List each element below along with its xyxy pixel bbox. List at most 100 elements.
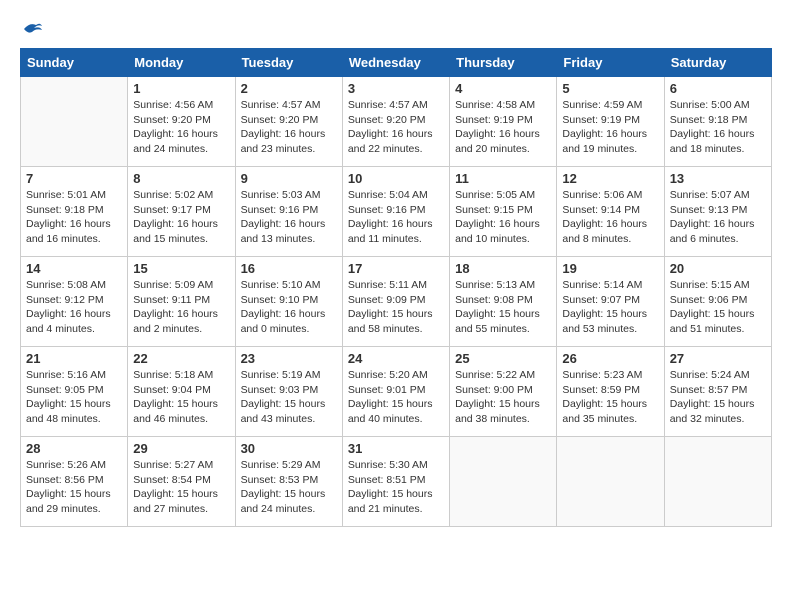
- calendar-cell: 27 Sunrise: 5:24 AM Sunset: 8:57 PM Dayli…: [664, 347, 771, 437]
- calendar-week-row: 1 Sunrise: 4:56 AM Sunset: 9:20 PM Daylig…: [21, 77, 772, 167]
- day-number: 22: [133, 351, 229, 366]
- day-info: Sunrise: 5:16 AM Sunset: 9:05 PM Dayligh…: [26, 368, 122, 427]
- day-number: 6: [670, 81, 766, 96]
- calendar-cell: 13 Sunrise: 5:07 AM Sunset: 9:13 PM Dayli…: [664, 167, 771, 257]
- logo: [20, 20, 44, 38]
- day-info: Sunrise: 5:07 AM Sunset: 9:13 PM Dayligh…: [670, 188, 766, 247]
- calendar-cell: 28 Sunrise: 5:26 AM Sunset: 8:56 PM Dayli…: [21, 437, 128, 527]
- day-info: Sunrise: 5:09 AM Sunset: 9:11 PM Dayligh…: [133, 278, 229, 337]
- day-info: Sunrise: 5:26 AM Sunset: 8:56 PM Dayligh…: [26, 458, 122, 517]
- day-info: Sunrise: 4:57 AM Sunset: 9:20 PM Dayligh…: [348, 98, 444, 157]
- day-number: 19: [562, 261, 658, 276]
- calendar-cell: 11 Sunrise: 5:05 AM Sunset: 9:15 PM Dayli…: [450, 167, 557, 257]
- day-number: 28: [26, 441, 122, 456]
- day-of-week-header: Friday: [557, 49, 664, 77]
- calendar-cell: 8 Sunrise: 5:02 AM Sunset: 9:17 PM Daylig…: [128, 167, 235, 257]
- day-of-week-header: Thursday: [450, 49, 557, 77]
- calendar-cell: 23 Sunrise: 5:19 AM Sunset: 9:03 PM Dayli…: [235, 347, 342, 437]
- day-info: Sunrise: 4:58 AM Sunset: 9:19 PM Dayligh…: [455, 98, 551, 157]
- day-number: 25: [455, 351, 551, 366]
- day-info: Sunrise: 4:57 AM Sunset: 9:20 PM Dayligh…: [241, 98, 337, 157]
- day-info: Sunrise: 5:30 AM Sunset: 8:51 PM Dayligh…: [348, 458, 444, 517]
- day-number: 31: [348, 441, 444, 456]
- calendar-cell: 5 Sunrise: 4:59 AM Sunset: 9:19 PM Daylig…: [557, 77, 664, 167]
- calendar-cell: 29Sunrise: 5:27 AM Sunset: 8:54 PM Dayli…: [128, 437, 235, 527]
- day-of-week-header: Tuesday: [235, 49, 342, 77]
- day-number: 29: [133, 441, 229, 456]
- day-number: 8: [133, 171, 229, 186]
- day-number: 10: [348, 171, 444, 186]
- day-info: Sunrise: 5:19 AM Sunset: 9:03 PM Dayligh…: [241, 368, 337, 427]
- calendar-cell: 20Sunrise: 5:15 AM Sunset: 9:06 PM Dayli…: [664, 257, 771, 347]
- calendar-cell: 26Sunrise: 5:23 AM Sunset: 8:59 PM Dayli…: [557, 347, 664, 437]
- day-info: Sunrise: 5:01 AM Sunset: 9:18 PM Dayligh…: [26, 188, 122, 247]
- day-number: 1: [133, 81, 229, 96]
- day-info: Sunrise: 5:06 AM Sunset: 9:14 PM Dayligh…: [562, 188, 658, 247]
- calendar-cell: 2 Sunrise: 4:57 AM Sunset: 9:20 PM Daylig…: [235, 77, 342, 167]
- calendar-cell: 17 Sunrise: 5:11 AM Sunset: 9:09 PM Dayli…: [342, 257, 449, 347]
- calendar-cell: 7 Sunrise: 5:01 AM Sunset: 9:18 PM Daylig…: [21, 167, 128, 257]
- day-number: 15: [133, 261, 229, 276]
- calendar-cell: 3Sunrise: 4:57 AM Sunset: 9:20 PM Daylig…: [342, 77, 449, 167]
- calendar-header-row: SundayMondayTuesdayWednesdayThursdayFrid…: [21, 49, 772, 77]
- day-number: 14: [26, 261, 122, 276]
- calendar-cell: 25 Sunrise: 5:22 AM Sunset: 9:00 PM Dayli…: [450, 347, 557, 437]
- calendar-cell: 14Sunrise: 5:08 AM Sunset: 9:12 PM Dayli…: [21, 257, 128, 347]
- day-number: 16: [241, 261, 337, 276]
- calendar-table: SundayMondayTuesdayWednesdayThursdayFrid…: [20, 48, 772, 527]
- day-info: Sunrise: 5:11 AM Sunset: 9:09 PM Dayligh…: [348, 278, 444, 337]
- day-info: Sunrise: 5:05 AM Sunset: 9:15 PM Dayligh…: [455, 188, 551, 247]
- calendar-cell: 30 Sunrise: 5:29 AM Sunset: 8:53 PM Dayli…: [235, 437, 342, 527]
- calendar-cell: 9 Sunrise: 5:03 AM Sunset: 9:16 PM Daylig…: [235, 167, 342, 257]
- calendar-cell: 19Sunrise: 5:14 AM Sunset: 9:07 PM Dayli…: [557, 257, 664, 347]
- day-number: 7: [26, 171, 122, 186]
- page-header: [20, 20, 772, 38]
- calendar-week-row: 28 Sunrise: 5:26 AM Sunset: 8:56 PM Dayli…: [21, 437, 772, 527]
- calendar-cell: 4 Sunrise: 4:58 AM Sunset: 9:19 PM Daylig…: [450, 77, 557, 167]
- calendar-cell: 15 Sunrise: 5:09 AM Sunset: 9:11 PM Dayli…: [128, 257, 235, 347]
- day-of-week-header: Monday: [128, 49, 235, 77]
- calendar-cell: 31 Sunrise: 5:30 AM Sunset: 8:51 PM Dayli…: [342, 437, 449, 527]
- day-number: 17: [348, 261, 444, 276]
- calendar-week-row: 7 Sunrise: 5:01 AM Sunset: 9:18 PM Daylig…: [21, 167, 772, 257]
- day-of-week-header: Wednesday: [342, 49, 449, 77]
- bird-icon: [22, 20, 44, 38]
- calendar-week-row: 21Sunrise: 5:16 AM Sunset: 9:05 PM Dayli…: [21, 347, 772, 437]
- calendar-cell: [450, 437, 557, 527]
- calendar-cell: 22 Sunrise: 5:18 AM Sunset: 9:04 PM Dayli…: [128, 347, 235, 437]
- day-number: 13: [670, 171, 766, 186]
- day-info: Sunrise: 4:59 AM Sunset: 9:19 PM Dayligh…: [562, 98, 658, 157]
- day-info: Sunrise: 5:03 AM Sunset: 9:16 PM Dayligh…: [241, 188, 337, 247]
- day-number: 2: [241, 81, 337, 96]
- day-info: Sunrise: 5:04 AM Sunset: 9:16 PM Dayligh…: [348, 188, 444, 247]
- day-number: 23: [241, 351, 337, 366]
- day-info: Sunrise: 5:29 AM Sunset: 8:53 PM Dayligh…: [241, 458, 337, 517]
- day-info: Sunrise: 5:22 AM Sunset: 9:00 PM Dayligh…: [455, 368, 551, 427]
- day-info: Sunrise: 4:56 AM Sunset: 9:20 PM Dayligh…: [133, 98, 229, 157]
- day-number: 11: [455, 171, 551, 186]
- day-info: Sunrise: 5:24 AM Sunset: 8:57 PM Dayligh…: [670, 368, 766, 427]
- day-number: 24: [348, 351, 444, 366]
- day-info: Sunrise: 5:02 AM Sunset: 9:17 PM Dayligh…: [133, 188, 229, 247]
- day-info: Sunrise: 5:15 AM Sunset: 9:06 PM Dayligh…: [670, 278, 766, 337]
- calendar-cell: [664, 437, 771, 527]
- day-number: 27: [670, 351, 766, 366]
- day-of-week-header: Saturday: [664, 49, 771, 77]
- calendar-cell: [21, 77, 128, 167]
- calendar-cell: [557, 437, 664, 527]
- calendar-cell: 16Sunrise: 5:10 AM Sunset: 9:10 PM Dayli…: [235, 257, 342, 347]
- day-info: Sunrise: 5:13 AM Sunset: 9:08 PM Dayligh…: [455, 278, 551, 337]
- day-number: 9: [241, 171, 337, 186]
- calendar-cell: 10 Sunrise: 5:04 AM Sunset: 9:16 PM Dayli…: [342, 167, 449, 257]
- day-number: 4: [455, 81, 551, 96]
- day-info: Sunrise: 5:20 AM Sunset: 9:01 PM Dayligh…: [348, 368, 444, 427]
- day-number: 5: [562, 81, 658, 96]
- calendar-cell: 18Sunrise: 5:13 AM Sunset: 9:08 PM Dayli…: [450, 257, 557, 347]
- calendar-cell: 21Sunrise: 5:16 AM Sunset: 9:05 PM Dayli…: [21, 347, 128, 437]
- day-info: Sunrise: 5:00 AM Sunset: 9:18 PM Dayligh…: [670, 98, 766, 157]
- calendar-cell: 1 Sunrise: 4:56 AM Sunset: 9:20 PM Daylig…: [128, 77, 235, 167]
- day-info: Sunrise: 5:18 AM Sunset: 9:04 PM Dayligh…: [133, 368, 229, 427]
- day-of-week-header: Sunday: [21, 49, 128, 77]
- day-number: 30: [241, 441, 337, 456]
- calendar-week-row: 14Sunrise: 5:08 AM Sunset: 9:12 PM Dayli…: [21, 257, 772, 347]
